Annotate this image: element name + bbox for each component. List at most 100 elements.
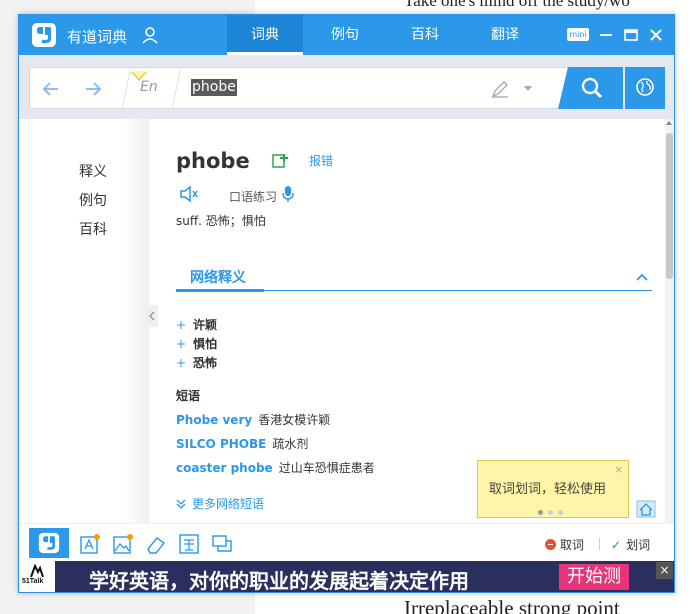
tip-pager: [538, 504, 568, 519]
ad-logo-text: 51Talk: [22, 578, 44, 585]
select-word-toggle[interactable]: ✓ 划词: [611, 536, 650, 553]
oral-practice-label[interactable]: 口语练习: [229, 188, 277, 205]
tip-text: 取词划词，轻松使用: [489, 482, 607, 497]
scroll-thumb[interactable]: [666, 133, 673, 279]
capture-word-toggle[interactable]: 取词: [545, 536, 584, 553]
phrase-en-link[interactable]: SILCO PHOBE: [176, 437, 266, 451]
chat-icon[interactable]: [211, 533, 233, 555]
more-phrases-link[interactable]: 更多网络短语: [176, 495, 264, 512]
youdao-dict-window: 有道词典 词典 例句 百科 翻译 mini En phobe 释义 例句 百科 …: [18, 14, 675, 593]
add-to-wordbook-icon[interactable]: [272, 152, 290, 170]
user-icon[interactable]: [141, 26, 159, 44]
separator: [599, 538, 600, 550]
side-nav-item-examples[interactable]: 例句: [79, 190, 107, 210]
maximize-icon[interactable]: [621, 25, 641, 45]
tip-close-button[interactable]: ×: [614, 463, 623, 476]
scroll-up-arrow[interactable]: [666, 121, 672, 125]
side-nav-item-encyclopedia[interactable]: 百科: [79, 219, 107, 239]
ad-banner[interactable]: 51Talk 学好英语，对你的职业的发展起着决定作用 开始测试 ×: [19, 561, 674, 593]
phrase-zh: 疏水剂: [272, 437, 309, 451]
chevron-left-icon: [149, 312, 155, 320]
globe-button[interactable]: [623, 67, 665, 109]
pager-dot[interactable]: [538, 510, 543, 515]
search-box: En phobe: [29, 67, 665, 109]
minimize-icon[interactable]: [596, 25, 616, 45]
definition-text: suff. 恐怖；惧怕: [176, 214, 266, 228]
side-nav-item-definition[interactable]: 释义: [79, 161, 107, 181]
capture-word-label: 取词: [560, 538, 585, 552]
text-translate-icon[interactable]: [79, 533, 101, 555]
tab-encyclopedia[interactable]: 百科: [387, 15, 463, 55]
language-selector[interactable]: En: [140, 79, 158, 95]
background-text-top: Take one's mind off the study/wo: [404, 0, 630, 10]
scrollbar[interactable]: [665, 119, 674, 523]
pager-dot[interactable]: [548, 510, 553, 515]
separator: [121, 68, 132, 108]
bottom-toolbar: 取词 ✓ 划词: [19, 523, 674, 561]
web-meaning-item[interactable]: + 许颖: [176, 316, 217, 333]
51talk-logo-icon: [30, 564, 44, 578]
background-text-bottom: Irreplaceable strong point: [404, 596, 620, 614]
report-error-link[interactable]: 报错: [309, 152, 333, 169]
more-phrases-label: 更多网络短语: [192, 497, 265, 511]
ad-logo: 51Talk: [19, 561, 55, 592]
search-bar: En phobe: [19, 55, 674, 119]
web-meaning-text: 恐怖: [193, 356, 218, 370]
collapse-handle[interactable]: [146, 305, 158, 327]
home-icon[interactable]: [636, 500, 656, 518]
phrase-zh: 过山车恐惧症患者: [278, 461, 375, 475]
search-button[interactable]: [558, 67, 624, 109]
web-meaning-text: 许颖: [193, 318, 218, 332]
tab-dictionary[interactable]: 词典: [227, 15, 303, 55]
ad-start-test-button[interactable]: 开始测试: [559, 564, 629, 590]
youdao-home-button[interactable]: [29, 528, 69, 558]
separator: [171, 68, 182, 108]
select-word-label: 划词: [626, 538, 651, 552]
ad-text: 学好英语，对你的职业的发展起着决定作用: [89, 569, 469, 593]
headword: phobe: [176, 149, 250, 173]
eraser-icon[interactable]: [145, 533, 167, 555]
mini-mode-button[interactable]: mini: [567, 28, 589, 41]
phrase-row: Phobe very 香港女模许颖: [176, 411, 330, 428]
close-icon[interactable]: [646, 25, 666, 45]
plus-icon: +: [176, 318, 187, 332]
titlebar: 有道词典 词典 例句 百科 翻译 mini: [19, 15, 674, 55]
image-translate-icon[interactable]: [112, 533, 134, 555]
tab-translate[interactable]: 翻译: [467, 15, 543, 55]
disabled-icon: [545, 539, 556, 550]
translate-icon[interactable]: [178, 533, 200, 555]
tip-tail: [132, 71, 146, 79]
tab-underline: [176, 289, 264, 292]
youdao-logo-icon: [32, 23, 56, 47]
web-meaning-item[interactable]: + 惧怕: [176, 335, 217, 352]
side-nav: 释义 例句 百科: [19, 119, 149, 523]
check-icon: ✓: [611, 538, 622, 552]
chevron-down-icon[interactable]: [524, 86, 532, 91]
web-meaning-item[interactable]: + 恐怖: [176, 354, 217, 371]
ad-close-button[interactable]: ×: [656, 562, 673, 579]
youdao-logo-icon: [38, 532, 60, 554]
chevron-up-icon[interactable]: [636, 273, 648, 281]
phrase-en-link[interactable]: coaster phobe: [176, 461, 273, 475]
tab-examples[interactable]: 例句: [307, 15, 383, 55]
search-input[interactable]: phobe: [191, 79, 237, 96]
tip-bubble: 取词划词，轻松使用 ×: [477, 460, 629, 518]
handwriting-pen-icon[interactable]: [490, 79, 510, 99]
pager-dot[interactable]: [558, 510, 563, 515]
phrase-zh: 香港女模许颖: [258, 413, 331, 427]
phrases-title: 短语: [176, 389, 201, 403]
plus-icon: +: [176, 356, 187, 370]
plus-icon: +: [176, 337, 187, 351]
web-meaning-header: 网络释义: [176, 267, 652, 292]
double-chevron-down-icon: [176, 499, 186, 509]
phrase-row: coaster phobe 过山车恐惧症患者: [176, 459, 375, 476]
web-meaning-tab[interactable]: 网络释义: [190, 267, 246, 287]
phrase-row: SILCO PHOBE 疏水剂: [176, 435, 308, 452]
forward-arrow-icon[interactable]: [82, 78, 104, 100]
back-arrow-icon[interactable]: [40, 78, 62, 100]
search-icon: [581, 77, 603, 99]
phrase-en-link[interactable]: Phobe very: [176, 413, 252, 427]
app-title: 有道词典: [67, 28, 128, 46]
speaker-icon[interactable]: [179, 185, 199, 203]
microphone-icon[interactable]: [281, 185, 295, 203]
